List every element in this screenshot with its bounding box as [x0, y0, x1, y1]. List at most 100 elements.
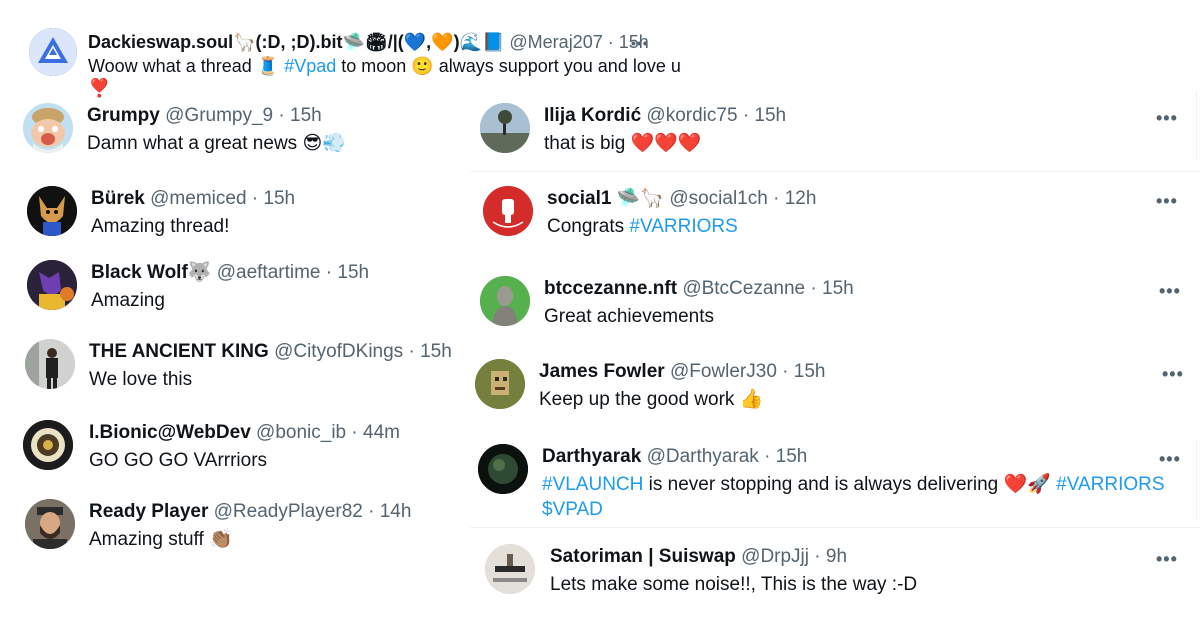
author-handle[interactable]: @social1ch: [669, 188, 768, 209]
cashtag-link[interactable]: $VPAD: [542, 499, 603, 520]
reply-header: Ilija Kordić @kordic75 · 15h: [544, 104, 786, 128]
timestamp[interactable]: 12h: [785, 188, 817, 209]
author-handle[interactable]: @memiced: [150, 188, 246, 209]
reply-card[interactable]: Satoriman | Suiswap @DrpJjj · 9h ••• Let…: [470, 536, 1200, 611]
avatar[interactable]: [480, 276, 530, 326]
reply-header: James Fowler @FowlerJ30 · 15h: [539, 360, 825, 384]
avatar[interactable]: [475, 359, 525, 409]
separator: ·: [773, 188, 780, 209]
bionic-badge-avatar-icon: [23, 420, 73, 470]
text-segment: is never stopping and is always deliveri…: [648, 474, 1051, 495]
avatar[interactable]: [478, 444, 528, 494]
avatar[interactable]: [29, 28, 77, 76]
reply-text: Congrats #VARRIORS: [547, 214, 738, 239]
timestamp[interactable]: 44m: [363, 422, 400, 443]
timestamp[interactable]: 15h: [290, 105, 322, 126]
author-handle[interactable]: @Grumpy_9: [165, 105, 273, 126]
reply-text: Amazing stuff 👏🏽: [89, 529, 233, 550]
avatar[interactable]: [27, 186, 77, 236]
author-name[interactable]: Darthyarak: [542, 446, 641, 467]
reply-card[interactable]: Bürek @memiced · 15h Amazing thread!: [0, 178, 470, 253]
reply-card[interactable]: social1 🛸🦙 @social1ch · 12h ••• Congrats…: [470, 178, 1200, 253]
hashtag-link[interactable]: #Vpad: [284, 56, 336, 76]
more-options-icon[interactable]: •••: [1156, 550, 1178, 568]
more-options-icon[interactable]: •••: [631, 34, 649, 52]
author-name[interactable]: social1 🛸🦙: [547, 188, 664, 209]
avatar[interactable]: [27, 260, 77, 310]
author-handle[interactable]: @Meraj207: [509, 32, 602, 52]
author-handle[interactable]: @aeftartime: [217, 262, 321, 283]
reply-header: Black Wolf🐺 @aeftartime · 15h: [91, 261, 369, 285]
more-options-icon[interactable]: •••: [1156, 109, 1178, 127]
avatar[interactable]: [25, 499, 75, 549]
author-name[interactable]: Bürek: [91, 188, 145, 209]
reply-header: Darthyarak @Darthyarak · 15h: [542, 445, 807, 469]
timestamp[interactable]: 15h: [337, 262, 369, 283]
author-name[interactable]: Grumpy: [87, 105, 160, 126]
author-handle[interactable]: @kordic75: [646, 105, 737, 126]
reply-card[interactable]: Grumpy @Grumpy_9 · 15h Damn what a great…: [0, 95, 470, 170]
hashtag-link[interactable]: #VARRIORS: [629, 216, 737, 237]
reply-card[interactable]: Ready Player @ReadyPlayer82 · 14h Amazin…: [0, 491, 470, 566]
author-name[interactable]: Dackieswap.soul🦙(:D, ;D).bit🛸🏟/|(💙,🧡)🌊📘: [88, 32, 504, 52]
more-options-icon[interactable]: •••: [1162, 365, 1184, 383]
timestamp[interactable]: 15h: [263, 188, 295, 209]
author-name[interactable]: Black Wolf🐺: [91, 262, 211, 283]
author-handle[interactable]: @BtcCezanne: [682, 278, 805, 299]
reply-top[interactable]: Dackieswap.soul🦙(:D, ;D).bit🛸🏟/|(💙,🧡)🌊📘 …: [0, 0, 1200, 100]
author-name[interactable]: Satoriman | Suiswap: [550, 546, 736, 567]
hashtag-link[interactable]: #VLAUNCH: [542, 474, 643, 495]
avatar[interactable]: [23, 420, 73, 470]
reply-header: I.Bionic@WebDev @bonic_ib · 44m: [89, 421, 400, 445]
avatar[interactable]: [483, 186, 533, 236]
timestamp[interactable]: 15h: [822, 278, 854, 299]
author-handle[interactable]: @bonic_ib: [256, 422, 346, 443]
reply-card[interactable]: Darthyarak @Darthyarak · 15h ••• #VLAUNC…: [470, 436, 1200, 526]
text-segment: Congrats: [547, 216, 625, 237]
reply-card[interactable]: Black Wolf🐺 @aeftartime · 15h Amazing: [0, 252, 470, 327]
author-name[interactable]: James Fowler: [539, 361, 665, 382]
reply-header: Grumpy @Grumpy_9 · 15h: [87, 104, 322, 128]
timestamp[interactable]: 15h: [794, 361, 826, 382]
timestamp[interactable]: 14h: [380, 501, 412, 522]
timestamp[interactable]: 15h: [776, 446, 808, 467]
reply-card[interactable]: THE ANCIENT KING @CityofDKings · 15h We …: [0, 331, 470, 406]
reply-card[interactable]: I.Bionic@WebDev @bonic_ib · 44m GO GO GO…: [0, 412, 470, 487]
hashtag-link[interactable]: #VARRIORS: [1056, 474, 1164, 495]
more-options-icon[interactable]: •••: [1159, 282, 1181, 300]
author-handle[interactable]: @Darthyarak: [647, 446, 759, 467]
timestamp[interactable]: 15h: [420, 341, 452, 362]
reply-text: Amazing thread!: [91, 216, 230, 237]
author-name[interactable]: I.Bionic@WebDev: [89, 422, 251, 443]
separator: ·: [251, 188, 259, 209]
reply-card[interactable]: btccezanne.nft @BtcCezanne · 15h ••• Gre…: [470, 268, 1200, 343]
separator: ·: [742, 105, 750, 126]
reply-card[interactable]: Ilija Kordić @kordic75 · 15h ••• that is…: [470, 95, 1200, 170]
avatar[interactable]: [485, 544, 535, 594]
avatar[interactable]: [23, 103, 73, 153]
reply-card[interactable]: James Fowler @FowlerJ30 · 15h ••• Keep u…: [470, 351, 1200, 426]
more-options-icon[interactable]: •••: [1159, 450, 1181, 468]
author-handle[interactable]: @DrpJjj: [741, 546, 809, 567]
author-name[interactable]: THE ANCIENT KING: [89, 341, 269, 362]
social1-fist-logo-icon: [483, 186, 533, 236]
satoriman-avatar-icon: [485, 544, 535, 594]
reply-text: We love this: [89, 369, 193, 390]
author-name[interactable]: Ilija Kordić: [544, 105, 641, 126]
timestamp[interactable]: 15h: [754, 105, 786, 126]
standing-man-avatar-icon: [25, 339, 75, 389]
timestamp[interactable]: 9h: [826, 546, 847, 567]
author-handle[interactable]: @FowlerJ30: [670, 361, 777, 382]
separator: ·: [810, 278, 817, 299]
more-options-icon[interactable]: •••: [1156, 192, 1178, 210]
text-segment: Woow what a thread 🧵: [88, 56, 280, 76]
separator: ·: [408, 341, 415, 362]
avatar[interactable]: [25, 339, 75, 389]
author-handle[interactable]: @ReadyPlayer82: [214, 501, 363, 522]
author-handle[interactable]: @CityofDKings: [274, 341, 403, 362]
reply-text-line2: $VPAD: [542, 497, 603, 522]
author-name[interactable]: Ready Player: [89, 501, 208, 522]
separator: ·: [351, 422, 358, 443]
avatar[interactable]: [480, 103, 530, 153]
author-name[interactable]: btccezanne.nft: [544, 278, 677, 299]
